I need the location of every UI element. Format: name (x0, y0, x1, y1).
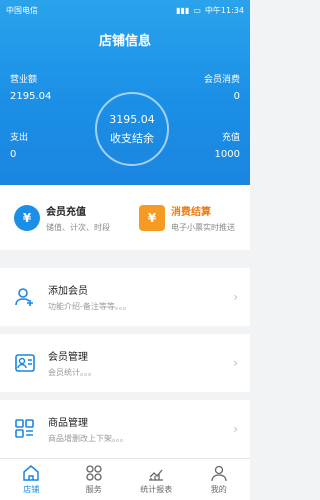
page-title: 店铺信息 (98, 34, 151, 49)
add-member-row[interactable]: 添加会员 功能介绍-备注等等。。。 › (0, 268, 250, 326)
tab-service-label: 服务 (85, 485, 102, 494)
member-management-title: 会员管理 (48, 352, 88, 363)
tab-service[interactable]: 服务 (63, 459, 126, 500)
yen-icon: ¥ (14, 204, 40, 231)
chevron-right-icon: › (233, 290, 238, 304)
expense-value: 0 (10, 149, 17, 160)
goods-management-title: 商品管理 (48, 418, 88, 429)
battery-icon: ▭ (193, 5, 201, 15)
goods-management-row[interactable]: 商品管理 商品增删改上下架。。。 › (0, 400, 250, 458)
chart-icon (149, 469, 164, 481)
member-spend-value: 0 (233, 91, 240, 102)
checkout-button[interactable]: ¥ 消费结算 电子小票实时推送 (125, 185, 250, 250)
recharge-value: 1000 (214, 149, 240, 160)
checkout-title: 消费结算 (171, 206, 211, 218)
quick-actions: ¥ 会员充值 储值、计次、时段 ¥ 消费结算 电子小票实时推送 (0, 185, 250, 250)
member-management-row[interactable]: 会员管理 会员统计。。。 › (0, 334, 250, 392)
tab-mine[interactable]: 我的 (188, 459, 251, 500)
member-recharge-subtitle: 储值、计次、时段 (46, 222, 110, 232)
tab-reports-label: 统计报表 (140, 485, 173, 494)
tab-shop[interactable]: 店铺 (0, 459, 63, 500)
chevron-right-icon: › (233, 356, 238, 370)
carrier-text: 中国电信 (6, 5, 38, 15)
balance-label: 收支结余 (110, 131, 154, 145)
recharge-stat: 充值 1000 (215, 130, 240, 160)
revenue-value: 2195.04 (10, 91, 52, 102)
receipt-icon: ¥ (139, 204, 165, 231)
signal-icon: ▮▮▮ (176, 5, 190, 15)
tab-reports[interactable]: 统计报表 (125, 459, 188, 500)
revenue-stat: 营业额 2195.04 (10, 72, 51, 102)
profile-icon (211, 465, 227, 482)
member-spend-stat: 会员消费 0 (204, 72, 240, 102)
member-management-subtitle: 会员统计。。。 (48, 368, 96, 377)
tab-mine-label: 我的 (210, 485, 227, 494)
balance-circle: 3195.04 收支结余 (95, 92, 169, 166)
expense-label: 支出 (10, 133, 29, 143)
expense-stat: 支出 0 (10, 130, 28, 160)
tab-shop-label: 店铺 (23, 485, 40, 494)
service-icon (86, 465, 102, 481)
member-recharge-title: 会员充值 (46, 206, 86, 218)
chevron-right-icon: › (233, 422, 238, 436)
balance-value: 3195.04 (109, 112, 155, 126)
recharge-label: 充值 (221, 133, 240, 143)
app-screen: 中国电信 ▮▮▮ ▭ 中午11:34 店铺信息 营业额 2195.04 会员消费… (0, 0, 250, 500)
goods-management-subtitle: 商品增删改上下架。。。 (48, 434, 128, 443)
home-icon (23, 465, 39, 481)
bottom-tab-bar: 店铺 服务 统计报表 我的 (0, 458, 250, 500)
member-recharge-button[interactable]: ¥ 会员充值 储值、计次、时段 (0, 185, 125, 250)
checkout-subtitle: 电子小票实时推送 (171, 222, 235, 232)
add-member-subtitle: 功能介绍-备注等等。。。 (48, 302, 131, 311)
add-user-icon (12, 284, 38, 310)
goods-grid-icon (12, 416, 38, 442)
member-card-icon (12, 350, 38, 376)
revenue-label: 营业额 (10, 75, 38, 85)
add-member-title: 添加会员 (48, 286, 88, 297)
time-text: 中午11:34 (204, 5, 244, 15)
shop-info-header: 中国电信 ▮▮▮ ▭ 中午11:34 店铺信息 营业额 2195.04 会员消费… (0, 0, 250, 185)
status-bar: 中国电信 ▮▮▮ ▭ 中午11:34 (0, 0, 250, 20)
member-spend-label: 会员消费 (203, 75, 240, 85)
